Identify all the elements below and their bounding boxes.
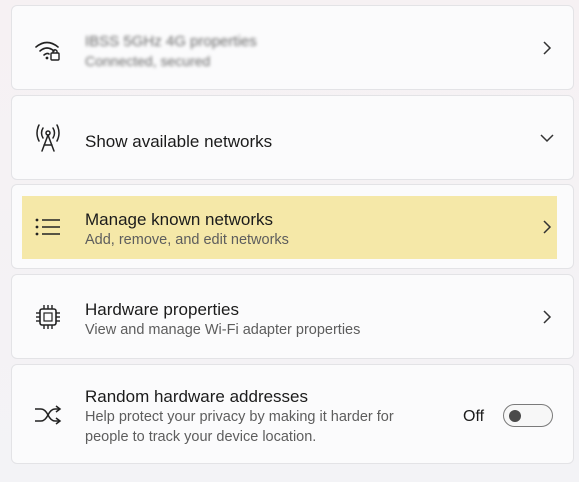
show-available-networks-title: Show available networks [85,132,273,151]
hardware-properties-subtitle: View and manage Wi-Fi adapter properties [85,322,361,338]
manage-known-networks-title: Manage known networks [85,210,274,229]
antenna-icon [34,124,62,152]
show-available-networks-card[interactable]: Show available networks [11,95,574,180]
network-properties-card[interactable]: IBSS 5GHz 4G properties Connected, secur… [11,5,574,90]
toggle-knob [509,410,521,422]
manage-known-networks-card[interactable]: Manage known networks Add, remove, and e… [11,184,574,269]
random-hardware-addresses-subtitle-line1: Help protect your privacy by making it h… [85,409,394,425]
chevron-right-icon [539,219,555,235]
chevron-down-icon[interactable] [539,130,555,146]
random-hardware-addresses-card: Random hardware addresses Help protect y… [11,364,574,464]
hardware-properties-title: Hardware properties [85,300,240,319]
chevron-right-icon [539,309,555,325]
chevron-right-icon [539,40,555,56]
random-hardware-addresses-title: Random hardware addresses [85,387,309,406]
random-addresses-toggle[interactable] [503,404,553,427]
network-properties-subtitle: Connected, secured [85,53,211,69]
random-hardware-addresses-subtitle-line2: people to track your device location. [85,429,317,445]
manage-known-networks-subtitle: Add, remove, and edit networks [85,232,289,248]
chip-icon [34,303,62,331]
toggle-state-label: Off [463,408,485,425]
network-properties-title: IBSS 5GHz 4G properties [85,33,257,50]
shuffle-icon [34,401,62,429]
wifi-settings-page: IBSS 5GHz 4G properties Connected, secur… [0,0,579,482]
hardware-properties-card[interactable]: Hardware properties View and manage Wi-F… [11,274,574,359]
list-icon [34,213,62,241]
wifi-lock-icon [34,36,62,64]
